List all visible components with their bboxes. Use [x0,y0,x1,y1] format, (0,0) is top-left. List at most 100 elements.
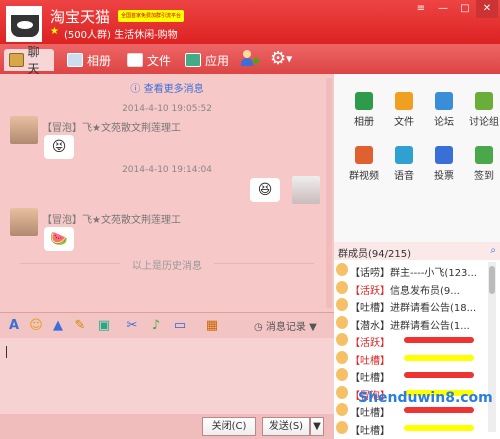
close-button[interactable]: 关闭(C) [202,417,256,436]
message-record-button[interactable]: ◷ 消息记录 ▼ [254,318,317,333]
more-tools-icon[interactable]: ▦ [204,318,220,334]
input-toolbar: A ☺ ▲ ✎ ▣ ✂ ♪ ▭ ▦ ◷ 消息记录 ▼ [0,312,334,338]
emoji-icon[interactable]: ☺ [28,318,44,334]
image-icon[interactable]: ▣ [96,318,112,334]
window-controls: ≡ — □ ✕ [410,0,498,18]
minimize-button[interactable]: — [432,0,454,18]
menu-button[interactable]: ≡ [410,0,432,18]
app-1[interactable]: 文件 [384,92,424,132]
member-tag: 【吐槽】 [350,425,390,437]
app-icon [355,146,373,164]
member-avatar [336,298,348,311]
member-text: 【活跃】信息发布员(9... [350,282,460,297]
chat-area: ⓘ 查看更多消息 2014-4-10 19:05:52 【冒泡】飞★文苑散文荆莲… [0,74,334,312]
member-item[interactable]: 【活跃】信息发布员(9... [334,280,490,297]
magic-emoji-icon[interactable]: ▲ [50,318,66,334]
send-options-button[interactable]: ▼ [310,417,324,436]
redacted-name [404,337,474,343]
member-item[interactable]: 【潜水】进群请看公告(1... [334,315,490,332]
music-icon[interactable]: ♪ [148,318,164,334]
file-icon [127,53,143,67]
member-item[interactable]: 【吐槽】 [334,367,490,384]
group-info: (500人群) 生活休闲-购物 [64,30,178,41]
member-avatar [336,420,348,434]
member-item[interactable]: 【吐槽】进群请看公告(18... [334,297,490,314]
member-text: 【吐槽】 [350,404,390,419]
own-avatar[interactable] [292,176,320,204]
redacted-name [404,407,474,413]
message-bubble: 😆 [250,178,280,202]
search-icon[interactable]: ⌕ [490,245,496,256]
app-0[interactable]: 相册 [344,92,384,132]
app-icon [435,146,453,164]
star-icon: ★ [50,26,59,37]
member-name: 进群请看公告(1... [390,320,470,332]
member-text: 【吐槽】 [350,352,390,367]
member-tag: 【潜水】 [350,320,390,332]
promo-badge: 全国首家免费加群引流平台 [118,10,184,22]
message-timestamp: 2014-4-10 19:14:04 [122,165,212,175]
sender-name: 【冒泡】飞★文苑散文荆莲理工 [42,123,181,134]
member-item[interactable]: 【吐槽】 [334,420,490,437]
sender-avatar[interactable] [10,116,38,144]
member-item[interactable]: 【话唠】群主----小飞(123... [334,262,490,279]
tab-file[interactable]: 文件 [122,49,176,71]
close-window-button[interactable]: ✕ [476,0,498,18]
member-tag: 【吐槽】 [350,408,390,419]
redacted-name [404,372,474,378]
screenshot-icon[interactable]: ✂ [124,318,140,334]
app-icon [475,92,493,110]
tab-chat[interactable]: 聊天 [4,45,54,76]
app-label: 论坛 [434,117,454,128]
info-icon: ⓘ [130,84,144,95]
message-input[interactable] [0,338,334,414]
tab-app[interactable]: 应用 [180,49,234,71]
member-list-header: 群成员(94/215) [334,242,500,260]
app-label: 群视频 [349,171,379,182]
screen-share-icon[interactable]: ▭ [172,318,188,334]
app-label: 文件 [394,117,414,128]
group-avatar[interactable] [6,6,42,42]
app-5[interactable]: 语音 [384,146,424,186]
sender-avatar[interactable] [10,208,38,236]
app-3[interactable]: 讨论组 [464,92,500,132]
member-avatar [336,403,348,416]
app-2[interactable]: 论坛 [424,92,464,132]
app-4[interactable]: 群视频 [344,146,384,186]
member-text: 【潜水】进群请看公告(1... [350,317,470,332]
member-avatar [336,280,348,294]
app-grid: 相册 文件 论坛 讨论组群视频 语音 投票 签到 [334,74,500,242]
member-name: 进群请看公告(18... [390,303,477,314]
member-tag: 【吐槽】 [350,373,390,384]
view-more-messages-link[interactable]: ⓘ 查看更多消息 [0,80,334,95]
app-6[interactable]: 投票 [424,146,464,186]
watermark: Shenduwin8.com [358,390,493,406]
app-label: 语音 [394,171,414,182]
member-tag: 【吐槽】 [350,355,390,367]
app-label: 签到 [474,171,494,182]
send-button[interactable]: 发送(S) [262,417,310,436]
message-bubble: 😝 [44,135,74,159]
font-icon[interactable]: A [6,318,22,334]
member-text: 【吐槽】进群请看公告(18... [350,299,476,314]
member-avatar [336,263,348,276]
member-tag: 【话唠】 [350,268,390,279]
member-item[interactable]: 【吐槽】 [334,350,490,367]
settings-gear-icon[interactable]: ⚙▼ [270,48,300,70]
text-caret [6,346,7,358]
shake-icon[interactable]: ✎ [72,318,88,334]
redacted-name [404,354,474,361]
message-bubble: 🍉 [44,227,74,251]
add-member-icon[interactable]: + [240,48,262,68]
tab-album[interactable]: 相册 [62,49,116,71]
bottom-bar: 关闭(C) 发送(S) ▼ [0,414,334,439]
chat-scrollbar[interactable] [326,78,332,308]
member-item[interactable]: 【活跃】 [334,332,490,349]
member-tag: 【活跃】 [350,338,390,349]
member-text: 【话唠】群主----小飞(123... [350,264,477,279]
member-name: 信息发布员(9... [390,285,460,297]
member-scrollbar[interactable] [488,262,496,432]
app-7[interactable]: 签到 [464,146,500,186]
member-avatar [336,368,348,381]
maximize-button[interactable]: □ [454,0,476,18]
